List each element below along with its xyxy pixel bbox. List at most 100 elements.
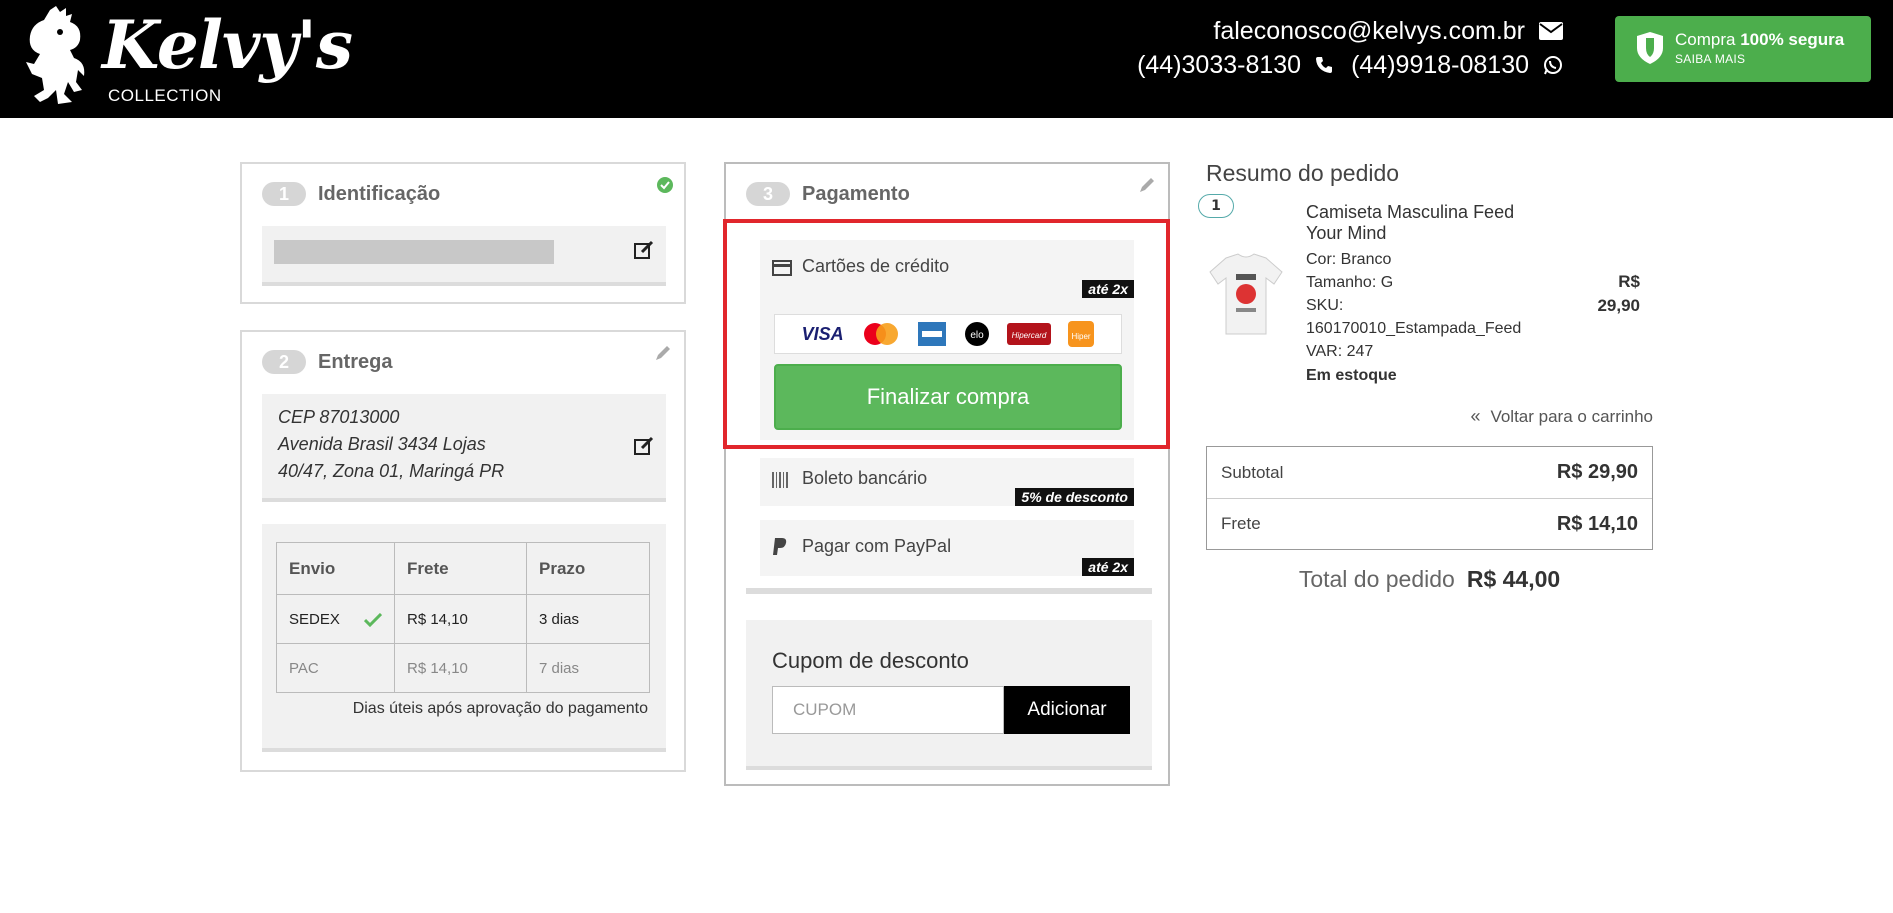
delivery-address: CEP 87013000 Avenida Brasil 3434 Lojas 4… bbox=[278, 404, 504, 485]
identification-box bbox=[262, 226, 666, 286]
order-total: Total do pedido R$ 44,00 bbox=[1206, 566, 1653, 593]
envelope-icon bbox=[1539, 22, 1563, 40]
freight-row: Frete R$ 14,10 bbox=[1207, 498, 1652, 549]
edit-icon[interactable] bbox=[634, 436, 654, 456]
subtotal-label: Subtotal bbox=[1221, 462, 1284, 482]
address-line: 40/47, Zona 01, Maringá PR bbox=[278, 461, 505, 481]
payment-header: 3 Pagamento bbox=[746, 182, 910, 206]
contact-phone-row: (44)3033-8130 (44)9918-08130 bbox=[1137, 48, 1563, 82]
product-sku: 160170010_Estampada_Feed bbox=[1306, 320, 1522, 337]
column-header: Frete bbox=[394, 542, 527, 595]
freight-label: Frete bbox=[1221, 514, 1261, 533]
logo-wordmark: Kelvy's bbox=[102, 6, 353, 84]
back-to-cart-link[interactable]: « Voltar para o carrinho bbox=[1470, 406, 1653, 427]
contact-info: faleconosco@kelvys.com.br (44)3033-8130 … bbox=[1137, 14, 1563, 82]
checkmark-icon bbox=[364, 612, 382, 627]
whatsapp-icon bbox=[1543, 55, 1563, 75]
pencil-icon[interactable] bbox=[654, 344, 672, 362]
product-sku-label: SKU: bbox=[1306, 297, 1344, 314]
delivery-header: 2 Entrega bbox=[262, 350, 392, 374]
identification-panel: 1 Identificação bbox=[240, 162, 686, 304]
credit-card-label: Cartões de crédito bbox=[802, 256, 950, 276]
paypal-icon bbox=[773, 538, 787, 555]
contact-email[interactable]: faleconosco@kelvys.com.br bbox=[1213, 17, 1525, 46]
total-value: R$ 44,00 bbox=[1466, 566, 1561, 592]
identification-header: 1 Identificação bbox=[262, 182, 440, 206]
shipping-method: SEDEX bbox=[289, 610, 340, 628]
column-header: Envio bbox=[276, 542, 395, 595]
back-to-cart-label: Voltar para o carrinho bbox=[1490, 406, 1653, 426]
site-header: Kelvy's COLLECTION faleconosco@kelvys.co… bbox=[0, 0, 1893, 118]
item-quantity: 1 bbox=[1198, 194, 1234, 218]
shield-icon bbox=[1637, 32, 1663, 64]
contact-phone[interactable]: (44)3033-8130 bbox=[1137, 51, 1301, 80]
product-image[interactable] bbox=[1206, 252, 1286, 336]
finish-purchase-button[interactable]: Finalizar compra bbox=[774, 364, 1122, 430]
step-number: 2 bbox=[262, 350, 306, 374]
coupon-section: Cupom de desconto Adicionar bbox=[746, 620, 1152, 770]
subtotal-value: R$ 29,90 bbox=[1556, 461, 1638, 483]
svg-text:Hipercard: Hipercard bbox=[1012, 331, 1047, 340]
divider bbox=[746, 588, 1152, 594]
discount-badge: 5% de desconto bbox=[1015, 488, 1134, 506]
price-value: 29,90 bbox=[1597, 296, 1640, 315]
coupon-input[interactable] bbox=[772, 686, 1004, 734]
amex-icon bbox=[918, 322, 947, 346]
shipping-method[interactable]: PAC bbox=[276, 643, 395, 693]
svg-text:Hiper: Hiper bbox=[1072, 332, 1091, 341]
step-title: Entrega bbox=[318, 350, 393, 373]
address-line: Avenida Brasil 3434 Lojas bbox=[278, 434, 486, 454]
shipping-note: Dias úteis após aprovação do pagamento bbox=[352, 700, 648, 717]
installments-badge: até 2x bbox=[1082, 280, 1134, 298]
hipercard-icon: Hipercard bbox=[1006, 323, 1051, 345]
address-line: CEP 87013000 bbox=[278, 407, 400, 427]
boleto-label: Boleto bancário bbox=[802, 468, 928, 488]
step-title: Pagamento bbox=[802, 182, 910, 205]
product-details: Camiseta Masculina Feed Your Mind Cor: B… bbox=[1306, 202, 1546, 388]
card-brands: VISA elo Hipercard Hiper bbox=[774, 314, 1122, 354]
column-header: Prazo bbox=[526, 542, 650, 595]
shipping-price: R$ 14,10 bbox=[394, 643, 527, 693]
hiper-icon: Hiper bbox=[1068, 321, 1095, 347]
shipping-time: 7 dias bbox=[526, 643, 650, 693]
address-box: CEP 87013000 Avenida Brasil 3434 Lojas 4… bbox=[262, 394, 666, 502]
secure-learn-more[interactable]: SAIBA MAIS bbox=[1675, 52, 1745, 66]
table-row[interactable]: PAC R$ 14,10 7 dias bbox=[276, 643, 650, 693]
payment-panel: 3 Pagamento Cartões de crédito até 2x VI… bbox=[724, 162, 1170, 786]
product-color: Cor: Branco bbox=[1306, 251, 1392, 268]
pencil-icon[interactable] bbox=[1138, 176, 1156, 194]
delivery-panel: 2 Entrega CEP 87013000 Avenida Brasil 34… bbox=[240, 330, 686, 772]
shipping-price: R$ 14,10 bbox=[394, 594, 527, 644]
phone-icon bbox=[1315, 56, 1333, 74]
paypal-option[interactable]: Pagar com PayPal até 2x bbox=[760, 520, 1134, 576]
contact-email-row: faleconosco@kelvys.com.br bbox=[1137, 14, 1563, 48]
step-number: 1 bbox=[262, 182, 306, 206]
secure-purchase-badge[interactable]: Compra 100% segura SAIBA MAIS bbox=[1615, 16, 1871, 82]
boleto-option[interactable]: Boleto bancário 5% de desconto bbox=[760, 458, 1134, 506]
coupon-title: Cupom de desconto bbox=[772, 648, 969, 673]
contact-whatsapp[interactable]: (44)9918-08130 bbox=[1351, 51, 1529, 80]
brand-logo[interactable]: Kelvy's COLLECTION bbox=[20, 6, 353, 110]
check-circle-icon bbox=[657, 177, 673, 193]
mastercard-icon bbox=[864, 323, 898, 345]
secure-text: Compra 100% segura bbox=[1675, 30, 1845, 49]
product-price: R$ 29,90 bbox=[1562, 270, 1640, 318]
installments-badge: até 2x bbox=[1082, 558, 1134, 576]
table-row[interactable]: SEDEX R$ 14,10 3 dias bbox=[276, 594, 650, 644]
shipping-time: 3 dias bbox=[526, 594, 650, 644]
edit-icon[interactable] bbox=[634, 240, 654, 260]
step-number: 3 bbox=[746, 182, 790, 206]
elo-icon: elo bbox=[964, 322, 989, 346]
product-name[interactable]: Camiseta Masculina Feed Your Mind bbox=[1306, 202, 1546, 244]
redacted-email bbox=[274, 240, 554, 264]
paypal-label: Pagar com PayPal bbox=[802, 536, 952, 556]
subtotal-row: Subtotal R$ 29,90 bbox=[1207, 447, 1652, 498]
shipping-method-cell[interactable]: SEDEX bbox=[276, 594, 395, 644]
add-coupon-button[interactable]: Adicionar bbox=[1004, 686, 1130, 734]
logo-subtitle: COLLECTION bbox=[108, 86, 222, 105]
totals-table: Subtotal R$ 29,90 Frete R$ 14,10 bbox=[1206, 446, 1653, 550]
price-currency: R$ bbox=[1618, 272, 1640, 291]
total-label: Total do pedido bbox=[1298, 566, 1455, 592]
table-header-row: Envio Frete Prazo bbox=[276, 542, 650, 595]
stock-status: Em estoque bbox=[1306, 367, 1397, 384]
